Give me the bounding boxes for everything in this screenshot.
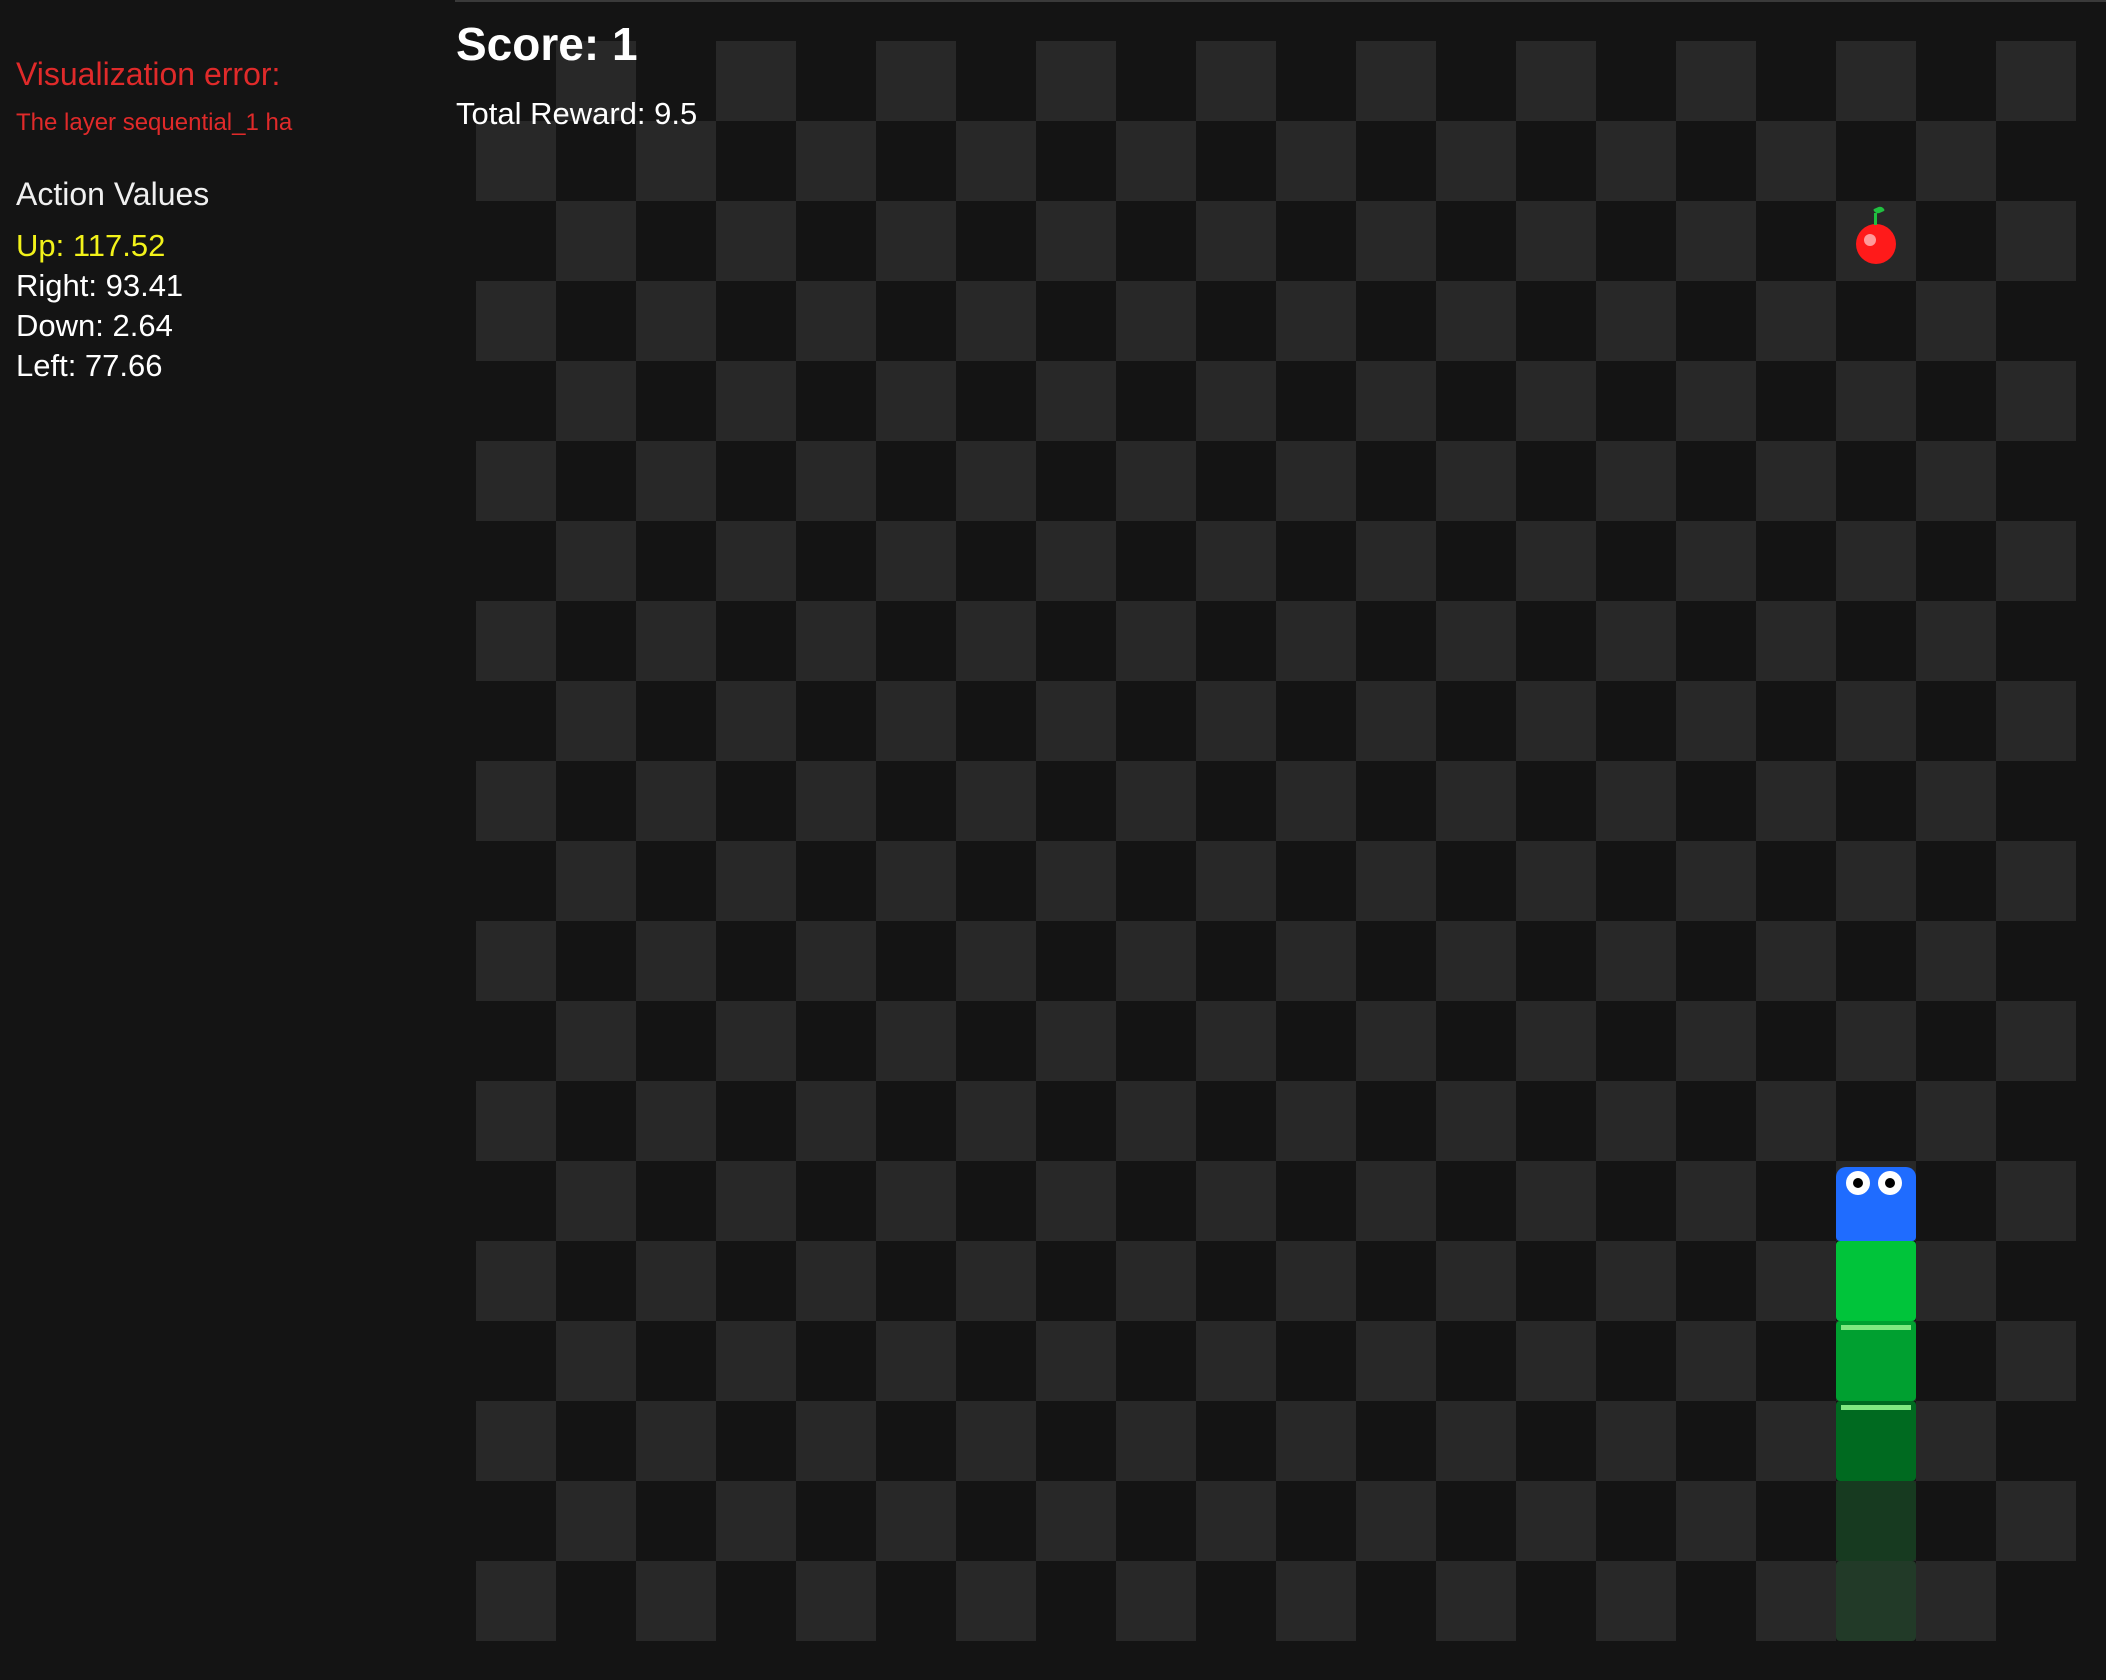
snake-right-eye-icon [1878,1171,1902,1195]
apple-icon [1836,201,1916,281]
game-board [476,41,2076,1641]
snake-head [1836,1167,1916,1241]
action-value-down: Down: 2.64 [16,308,173,343]
action-value-up: Up: 117.52 [16,228,166,263]
snake-trail-segment [1836,1481,1916,1561]
action-value-right: Right: 93.41 [16,268,184,303]
score-label: Score: 1 [456,18,638,70]
action-values-title: Action Values [16,176,210,212]
visualization-error-message: The layer sequential_1 ha [16,109,293,136]
action-value-left: Left: 77.66 [16,348,163,383]
snake-left-eye-icon [1846,1171,1870,1195]
snake-body-segment [1836,1241,1916,1321]
total-reward-label: Total Reward: 9.5 [456,96,698,131]
action-values-list: Up: 117.52 Right: 93.41 Down: 2.64 Left:… [16,226,183,386]
sidebar-panel: Visualization error: The layer sequentia… [0,0,455,1680]
snake-body-segment [1836,1321,1916,1401]
snake-trail-segment [1836,1561,1916,1641]
snake-body-segment [1836,1401,1916,1481]
visualization-error-title: Visualization error: [16,56,281,92]
